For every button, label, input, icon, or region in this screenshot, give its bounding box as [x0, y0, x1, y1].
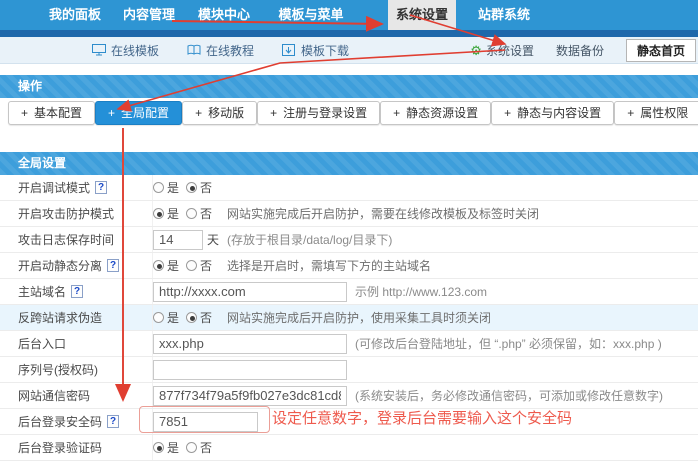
toolbar-data-backup[interactable]: 数据备份 — [556, 42, 604, 59]
nav-divider-strip — [0, 30, 698, 37]
secondary-toolbar: 在线模板 在线教程 模板下载 ⚙ 系统设置 数据备份 静态首页 — [0, 37, 698, 64]
mobile-version-button[interactable]: +移动版 — [182, 101, 257, 125]
table-row-dynamic-static-separation: 开启动静态分离? 是 否 选择是开启时，需填写下方的主站域名 — [0, 253, 698, 279]
communication-password-input[interactable] — [153, 386, 347, 406]
row-note: 网站实施完成后开启防护，使用采集工具时须关闭 — [227, 309, 491, 326]
table-row-csrf-protection: 反跨站请求伪造 是 否 网站实施完成后开启防护，使用采集工具时须关闭 — [0, 305, 698, 331]
row-note: (系统安装后，务必修改通信密码，可添加或修改任意数字) — [355, 387, 663, 404]
radio-no[interactable]: 否 — [186, 309, 212, 326]
row-label: 后台登录安全码 — [18, 413, 102, 430]
security-code-annotation-text: 设定任意数字，登录后台需要输入这个安全码 — [272, 407, 572, 428]
toolbar-system-settings-label: 系统设置 — [486, 42, 534, 59]
plus-icon: + — [21, 106, 28, 120]
plus-icon: + — [195, 106, 202, 120]
row-label: 网站通信密码 — [18, 387, 90, 404]
nav-tab-templates-menus[interactable]: 模板与菜单 — [262, 0, 360, 30]
gear-icon: ⚙ — [470, 44, 482, 57]
radio-no[interactable]: 否 — [186, 257, 212, 274]
table-row-main-domain: 主站域名? 示例 http://www.123.com — [0, 279, 698, 305]
row-label: 攻击日志保存时间 — [18, 231, 114, 248]
table-row-debug-mode: 开启调试模式? 是 否 — [0, 175, 698, 201]
nav-tab-modules[interactable]: 模块中心 — [187, 0, 261, 30]
row-label: 序列号(授权码) — [18, 361, 98, 378]
serial-number-input[interactable] — [153, 360, 347, 380]
row-label: 开启调试模式 — [18, 179, 90, 196]
row-suffix: 天 — [207, 231, 219, 248]
global-config-button[interactable]: +全局配置 — [95, 101, 182, 125]
plus-icon: + — [270, 106, 277, 120]
row-label: 后台登录验证码 — [18, 439, 102, 456]
toolbar-system-settings[interactable]: ⚙ 系统设置 — [470, 42, 534, 59]
table-row-admin-entrance: 后台入口 (可修改后台登陆地址，但 “.php” 必须保留，如：xxx.php … — [0, 331, 698, 357]
static-home-button[interactable]: 静态首页 — [626, 39, 696, 62]
toolbar-item-online-tutorial[interactable]: 在线教程 — [187, 42, 254, 59]
toolbar-item-template-download[interactable]: 模板下载 — [282, 42, 349, 59]
radio-no[interactable]: 否 — [186, 439, 212, 456]
nav-tab-my-panel[interactable]: 我的面板 — [38, 0, 112, 30]
radio-yes[interactable]: 是 — [153, 309, 179, 326]
help-icon[interactable]: ? — [107, 259, 119, 272]
table-row-attack-protection: 开启攻击防护模式 是 否 网站实施完成后开启防护，需要在线修改模板及标签时关闭 — [0, 201, 698, 227]
toolbar-item-label: 模板下载 — [301, 42, 349, 59]
row-label: 主站域名 — [18, 283, 66, 300]
row-note: (存放于根目录/data/log/目录下) — [227, 231, 392, 248]
row-note: (可修改后台登陆地址，但 “.php” 必须保留，如：xxx.php ) — [355, 335, 662, 352]
row-note: 网站实施完成后开启防护，需要在线修改模板及标签时关闭 — [227, 205, 539, 222]
static-content-settings-button[interactable]: +静态与内容设置 — [491, 101, 614, 125]
row-label: 开启攻击防护模式 — [18, 205, 114, 222]
admin-security-code-input[interactable] — [153, 412, 258, 432]
nav-tab-content[interactable]: 内容管理 — [112, 0, 186, 30]
global-settings-section-header: 全局设置 — [0, 152, 698, 175]
static-resource-settings-button[interactable]: +静态资源设置 — [380, 101, 491, 125]
basic-config-button[interactable]: +基本配置 — [8, 101, 95, 125]
top-nav-bar: 我的面板 内容管理 模块中心 模板与菜单 系统设置 站群系统 — [0, 0, 698, 30]
row-label: 开启动静态分离 — [18, 257, 102, 274]
download-icon — [282, 44, 296, 56]
radio-yes[interactable]: 是 — [153, 257, 179, 274]
monitor-icon — [92, 44, 106, 56]
radio-yes[interactable]: 是 — [153, 179, 179, 196]
radio-no[interactable]: 否 — [186, 205, 212, 222]
plus-icon: + — [504, 106, 511, 120]
table-row-communication-password: 网站通信密码 (系统安装后，务必修改通信密码，可添加或修改任意数字) — [0, 383, 698, 409]
plus-icon: + — [393, 106, 400, 120]
radio-yes[interactable]: 是 — [153, 205, 179, 222]
row-label: 后台入口 — [18, 335, 66, 352]
help-icon[interactable]: ? — [107, 415, 119, 428]
row-note: 示例 http://www.123.com — [355, 283, 487, 300]
radio-no[interactable]: 否 — [186, 179, 212, 196]
table-row-attack-log-days: 攻击日志保存时间 天 (存放于根目录/data/log/目录下) — [0, 227, 698, 253]
row-note: 选择是开启时，需填写下方的主站域名 — [227, 257, 431, 274]
plus-icon: + — [627, 106, 634, 120]
operations-section-header: 操作 — [0, 75, 698, 98]
config-button-row: +基本配置 +全局配置 +移动版 +注册与登录设置 +静态资源设置 +静态与内容… — [0, 101, 698, 125]
toolbar-item-online-templates[interactable]: 在线模板 — [92, 42, 159, 59]
nav-tab-site-group[interactable]: 站群系统 — [466, 0, 542, 30]
attack-log-days-input[interactable] — [153, 230, 203, 250]
toolbar-data-backup-label: 数据备份 — [556, 42, 604, 59]
table-row-admin-login-captcha: 后台登录验证码 是 否 — [0, 435, 698, 461]
attribute-permission-button[interactable]: +属性权限 — [614, 101, 698, 125]
plus-icon: + — [108, 106, 115, 120]
radio-yes[interactable]: 是 — [153, 439, 179, 456]
help-icon[interactable]: ? — [95, 181, 107, 194]
help-icon[interactable]: ? — [71, 285, 83, 298]
toolbar-item-label: 在线教程 — [206, 42, 254, 59]
row-label: 反跨站请求伪造 — [18, 309, 102, 326]
register-login-settings-button[interactable]: +注册与登录设置 — [257, 101, 380, 125]
toolbar-right-group: ⚙ 系统设置 数据备份 静态首页 — [470, 39, 698, 62]
admin-entrance-input[interactable] — [153, 334, 347, 354]
toolbar-item-label: 在线模板 — [111, 42, 159, 59]
book-icon — [187, 44, 201, 56]
table-row-serial-number: 序列号(授权码) — [0, 357, 698, 383]
main-domain-input[interactable] — [153, 282, 347, 302]
nav-tab-system-settings[interactable]: 系统设置 — [388, 0, 456, 30]
